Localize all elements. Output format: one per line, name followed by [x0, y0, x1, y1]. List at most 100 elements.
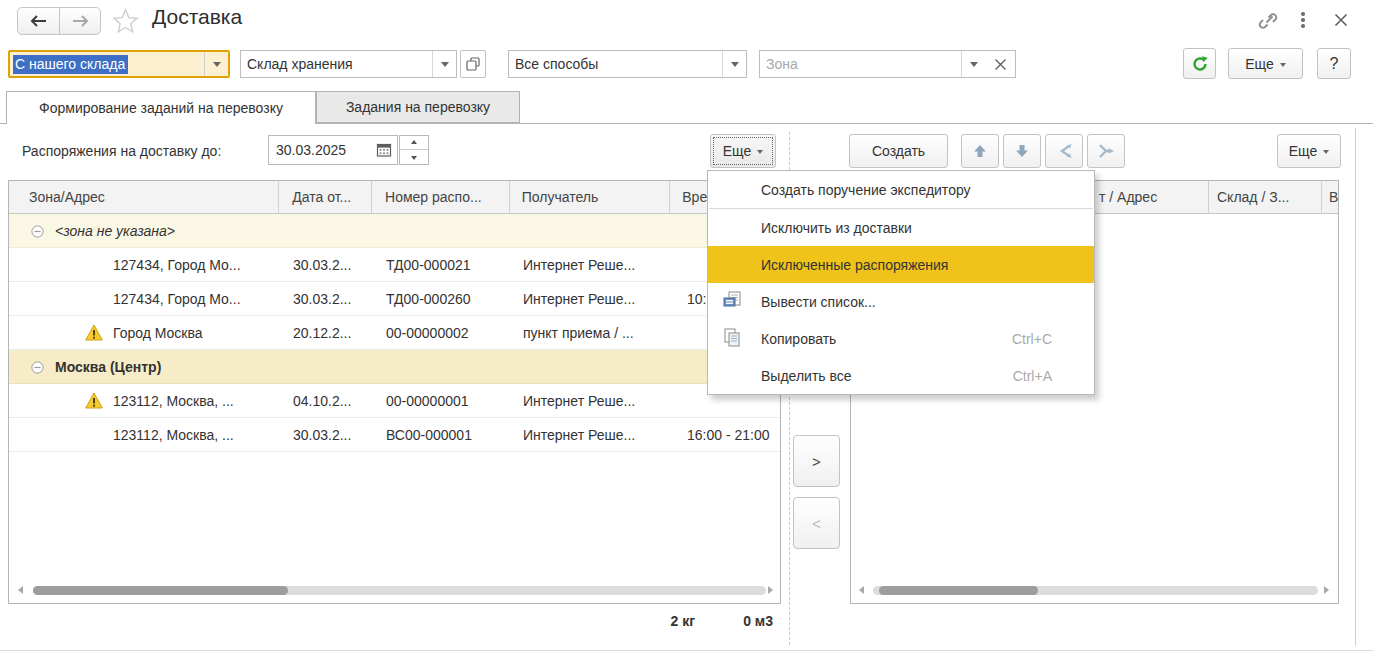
create-button[interactable]: Создать: [849, 134, 948, 168]
cell-date: 30.03.2...: [280, 418, 373, 451]
right-edge-separator[interactable]: [1355, 128, 1356, 646]
delivery-type-combo[interactable]: С нашего склада: [8, 50, 230, 78]
table-row[interactable]: 127434, Город Мо... 30.03.2... ТД00-0000…: [9, 248, 780, 282]
cell-date: 30.03.2...: [280, 248, 373, 281]
group-label: Москва (Центр): [55, 359, 161, 375]
menu-item-exclude-from-delivery[interactable]: Исключить из доставки: [708, 209, 1094, 246]
cell-address: 127434, Город Мо...: [9, 248, 280, 281]
warehouse-choose-button[interactable]: [460, 50, 486, 78]
calendar-icon[interactable]: [376, 142, 392, 158]
orders-date-label: Распоряжения на доставку до:: [22, 143, 221, 159]
cell-number: ТД00-000021: [373, 248, 511, 281]
refresh-button[interactable]: [1183, 48, 1216, 79]
collapse-icon[interactable]: [31, 225, 44, 238]
transfer-right-button[interactable]: >: [793, 435, 840, 487]
collapse-icon[interactable]: [31, 361, 44, 374]
menu-item-select-all[interactable]: Выделить все Ctrl+A: [708, 357, 1094, 394]
cell-recipient: пункт приема / ...: [511, 316, 672, 349]
table-row[interactable]: 127434, Город Мо... 30.03.2... ТД00-0002…: [9, 282, 780, 316]
transfer-left-button[interactable]: <: [793, 497, 840, 549]
link-icon[interactable]: [1256, 9, 1280, 33]
cell-address: 123112, Москва, ...: [9, 418, 280, 451]
menu-kebab-icon[interactable]: [1301, 12, 1305, 30]
transfer-right-label: >: [812, 453, 821, 470]
method-combo-text: Все способы: [509, 51, 722, 77]
method-dropdown-arrow[interactable]: [722, 51, 746, 77]
cell-date: 20.12.2...: [280, 316, 373, 349]
table-row-group[interactable]: Москва (Центр): [9, 350, 780, 384]
warning-icon: [85, 392, 103, 409]
orders-more-button[interactable]: Еще: [710, 134, 776, 168]
scroll-right-icon[interactable]: [1324, 586, 1329, 594]
cell-date: 04.10.2...: [280, 384, 373, 417]
table-row[interactable]: 123112, Москва, ... 04.10.2... 00-000000…: [9, 384, 780, 418]
table-row[interactable]: 123112, Москва, ... 30.03.2... ВС00-0000…: [9, 418, 780, 452]
back-arrow-icon: [30, 15, 48, 27]
split-button[interactable]: [1045, 134, 1083, 168]
col-recipient-address[interactable]: т / Адрес: [1099, 189, 1157, 205]
col-zone-address[interactable]: Зона/Адрес: [9, 181, 279, 213]
forward-button[interactable]: [60, 8, 100, 34]
favorite-star-icon[interactable]: [112, 8, 139, 34]
scroll-left-icon[interactable]: [859, 586, 864, 594]
zone-dropdown-arrow[interactable]: [961, 51, 985, 77]
col-recipient[interactable]: Получатель: [510, 181, 671, 213]
menu-shortcut: Ctrl+C: [1012, 331, 1052, 347]
col-date[interactable]: Дата от...: [279, 181, 372, 213]
menu-item-label: Копировать: [761, 331, 836, 347]
tab-forming-tasks[interactable]: Формирование заданий на перевозку: [6, 91, 316, 124]
move-up-button[interactable]: [961, 134, 999, 168]
close-icon[interactable]: [1333, 12, 1349, 28]
help-label: ?: [1330, 55, 1339, 73]
scroll-right-icon[interactable]: [768, 586, 773, 594]
warehouse-dropdown-arrow[interactable]: [432, 51, 456, 77]
top-more-button[interactable]: Еще: [1228, 48, 1303, 79]
tab-transport-tasks[interactable]: Задания на перевозку: [316, 91, 520, 123]
col-time2[interactable]: В: [1329, 189, 1338, 205]
top-more-label: Еще: [1245, 56, 1274, 72]
orders-table: Зона/Адрес Дата от... Номер распо... Пол…: [8, 180, 781, 604]
menu-item-create-forwarder-task[interactable]: Создать поручение экспедитору: [708, 171, 1094, 208]
method-combo[interactable]: Все способы: [508, 50, 747, 78]
menu-item-print-list[interactable]: Вывести список...: [708, 283, 1094, 320]
scroll-left-icon[interactable]: [18, 586, 23, 594]
col-warehouse-zone[interactable]: Склад / З...: [1217, 189, 1289, 205]
cell-time: 16:00 - 21:00: [672, 418, 782, 451]
spinner-down-button[interactable]: [400, 150, 428, 164]
cell-recipient: Интернет Реше...: [511, 384, 672, 417]
cell-number: ВС00-000001: [373, 418, 511, 451]
cell-address: Город Москва: [9, 316, 280, 349]
more-context-menu: Создать поручение экспедитору Исключить …: [707, 170, 1095, 395]
orders-date-spinner[interactable]: [399, 135, 429, 165]
merge-button[interactable]: [1087, 134, 1125, 168]
tasks-table-hscrollbar[interactable]: [851, 583, 1338, 598]
table-row-group[interactable]: <зона не указана>: [9, 214, 780, 248]
scroll-thumb[interactable]: [879, 586, 1038, 595]
scroll-thumb[interactable]: [33, 586, 288, 595]
menu-item-label: Исключенные распоряжения: [761, 257, 948, 273]
clear-x-icon: [994, 58, 1007, 71]
col-number[interactable]: Номер распо...: [372, 181, 510, 213]
delivery-type-dropdown-arrow[interactable]: [204, 52, 228, 76]
orders-table-header: Зона/Адрес Дата от... Номер распо... Пол…: [9, 181, 780, 214]
zone-combo[interactable]: Зона: [759, 50, 986, 78]
copy-icon: [721, 326, 745, 350]
refresh-icon: [1191, 55, 1209, 73]
menu-item-excluded-orders[interactable]: Исключенные распоряжения: [708, 246, 1094, 283]
zone-clear-button[interactable]: [985, 50, 1016, 78]
move-down-button[interactable]: [1003, 134, 1041, 168]
orders-table-hscrollbar[interactable]: [9, 583, 780, 598]
warning-icon: [85, 324, 103, 341]
help-button[interactable]: ?: [1317, 48, 1351, 79]
window-bottom-border: [0, 650, 1373, 651]
delivery-type-selected-text: С нашего склада: [13, 55, 128, 74]
spinner-up-button[interactable]: [400, 136, 428, 150]
menu-item-copy[interactable]: Копировать Ctrl+C: [708, 320, 1094, 357]
orders-date-field[interactable]: 30.03.2025: [268, 135, 398, 165]
cell-number: 00-00000002: [373, 316, 511, 349]
tasks-more-button[interactable]: Еще: [1277, 134, 1341, 168]
back-button[interactable]: [18, 8, 60, 34]
cell-recipient: Интернет Реше...: [511, 282, 672, 315]
warehouse-combo[interactable]: Склад хранения: [240, 50, 457, 78]
table-row[interactable]: Город Москва 20.12.2... 00-00000002 пунк…: [9, 316, 780, 350]
